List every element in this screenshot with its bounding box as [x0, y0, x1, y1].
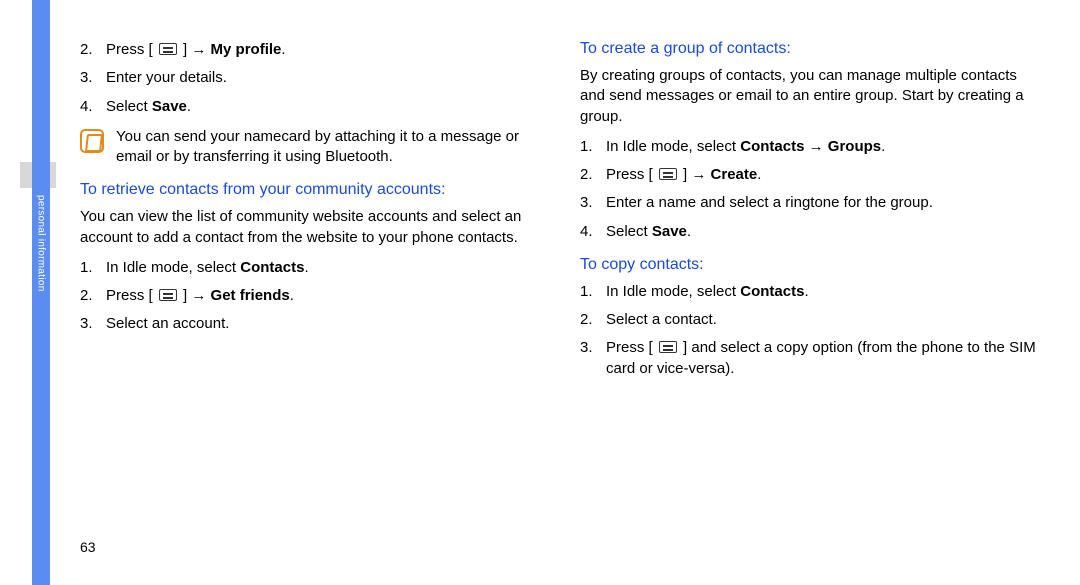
step-text: Enter a name and select a ringtone for t… — [606, 193, 1040, 213]
menu-icon — [659, 168, 677, 180]
column-right: To create a group of contacts: By creati… — [580, 40, 1040, 389]
menu-icon — [159, 43, 177, 55]
step-item: 2. Select a contact. — [580, 310, 1040, 330]
text-fragment: . — [804, 283, 808, 300]
step-text: Press [ ] → Get friends. — [106, 286, 540, 306]
step-item: 2. Press [ ] → My profile. — [80, 40, 540, 60]
step-text: Press [ ] → Create. — [606, 165, 1040, 185]
step-text: In Idle mode, select Contacts. — [606, 282, 1040, 302]
note-text: You can send your namecard by attaching … — [116, 127, 540, 168]
step-item: 3. Select an account. — [80, 314, 540, 334]
note-icon — [80, 129, 104, 153]
step-number: 1. — [580, 137, 606, 157]
text-fragment: ] → — [179, 41, 211, 58]
step-item: 2. Press [ ] → Create. — [580, 165, 1040, 185]
step-item: 4. Select Save. — [80, 97, 540, 117]
text-fragment: Press [ — [106, 41, 157, 58]
heading-retrieve-community: To retrieve contacts from your community… — [80, 181, 540, 199]
steps-my-profile: 2. Press [ ] → My profile. 3. Enter your… — [80, 40, 540, 117]
text-fragment: . — [687, 223, 691, 240]
step-text: Press [ ] and select a copy option (from… — [606, 338, 1040, 379]
bold-text: Save — [652, 223, 687, 240]
step-number: 1. — [580, 282, 606, 302]
menu-icon — [159, 289, 177, 301]
step-item: 3. Enter your details. — [80, 68, 540, 88]
menu-icon — [659, 341, 677, 353]
step-number: 3. — [580, 193, 606, 213]
step-text: Select an account. — [106, 314, 540, 334]
step-item: 3. Enter a name and select a ringtone fo… — [580, 193, 1040, 213]
paragraph: You can view the list of community websi… — [80, 207, 540, 248]
step-item: 1. In Idle mode, select Contacts. — [580, 282, 1040, 302]
text-fragment: . — [881, 138, 885, 155]
text-fragment: . — [304, 259, 308, 276]
step-item: 2. Press [ ] → Get friends. — [80, 286, 540, 306]
bold-text: Contacts — [740, 283, 804, 300]
text-fragment: . — [290, 287, 294, 304]
step-text: Select a contact. — [606, 310, 1040, 330]
step-text: Enter your details. — [106, 68, 540, 88]
step-number: 2. — [580, 310, 606, 330]
bold-text: My profile — [211, 41, 282, 58]
text-fragment: In Idle mode, select — [606, 138, 740, 155]
text-fragment: → — [804, 138, 827, 155]
text-fragment: In Idle mode, select — [106, 259, 240, 276]
text-fragment: . — [281, 41, 285, 58]
content-columns: 2. Press [ ] → My profile. 3. Enter your… — [80, 40, 1050, 389]
steps-retrieve-community: 1. In Idle mode, select Contacts. 2. Pre… — [80, 258, 540, 335]
step-text: Select Save. — [606, 222, 1040, 242]
bold-text: Create — [711, 166, 758, 183]
step-text: Press [ ] → My profile. — [106, 40, 540, 60]
page-number: 63 — [80, 539, 96, 555]
step-number: 2. — [80, 286, 106, 306]
step-number: 3. — [80, 314, 106, 334]
step-text: In Idle mode, select Contacts. — [106, 258, 540, 278]
step-number: 4. — [580, 222, 606, 242]
bold-text: Contacts — [240, 259, 304, 276]
text-fragment: Press [ — [606, 166, 657, 183]
text-fragment: Select — [106, 98, 152, 115]
step-item: 4. Select Save. — [580, 222, 1040, 242]
heading-copy-contacts: To copy contacts: — [580, 256, 1040, 274]
text-fragment: ] → — [179, 287, 211, 304]
step-text: Select Save. — [106, 97, 540, 117]
steps-create-group: 1. In Idle mode, select Contacts → Group… — [580, 137, 1040, 242]
text-fragment: Select — [606, 223, 652, 240]
bold-text: Groups — [828, 138, 881, 155]
text-fragment: . — [757, 166, 761, 183]
heading-create-group: To create a group of contacts: — [580, 40, 1040, 58]
sidebar-section-label: personal information — [32, 195, 50, 375]
text-fragment: . — [187, 98, 191, 115]
steps-copy-contacts: 1. In Idle mode, select Contacts. 2. Sel… — [580, 282, 1040, 379]
note-block: You can send your namecard by attaching … — [80, 127, 540, 168]
text-fragment: Press [ — [606, 339, 657, 356]
bold-text: Contacts — [740, 138, 804, 155]
text-fragment: In Idle mode, select — [606, 283, 740, 300]
step-number: 2. — [80, 40, 106, 60]
step-item: 1. In Idle mode, select Contacts. — [80, 258, 540, 278]
step-number: 4. — [80, 97, 106, 117]
column-left: 2. Press [ ] → My profile. 3. Enter your… — [80, 40, 540, 389]
step-number: 3. — [580, 338, 606, 358]
step-number: 1. — [80, 258, 106, 278]
step-number: 2. — [580, 165, 606, 185]
step-item: 1. In Idle mode, select Contacts → Group… — [580, 137, 1040, 157]
text-fragment: Press [ — [106, 287, 157, 304]
paragraph: By creating groups of contacts, you can … — [580, 66, 1040, 127]
text-fragment: ] → — [679, 166, 711, 183]
step-text: In Idle mode, select Contacts → Groups. — [606, 137, 1040, 157]
step-item: 3. Press [ ] and select a copy option (f… — [580, 338, 1040, 379]
bold-text: Get friends — [211, 287, 290, 304]
step-number: 3. — [80, 68, 106, 88]
bold-text: Save — [152, 98, 187, 115]
